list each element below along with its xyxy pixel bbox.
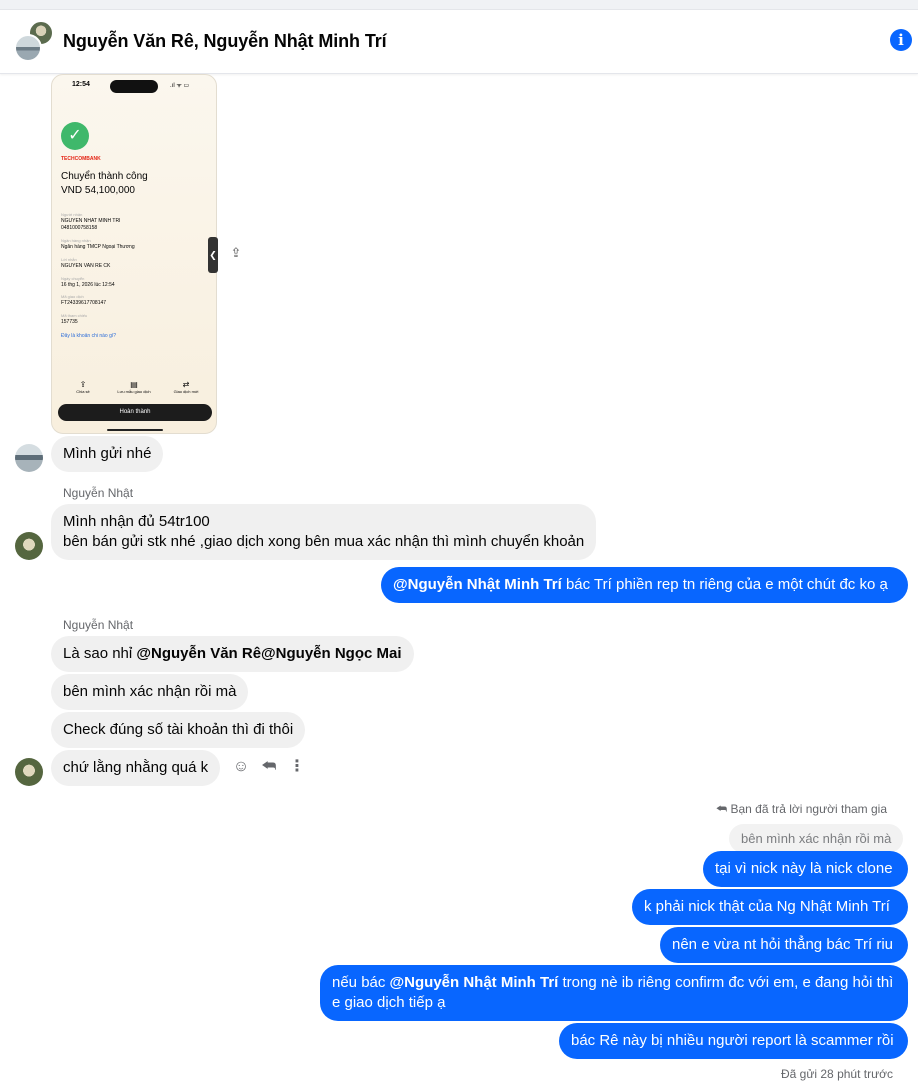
bank-logo: TECHCOMBANK: [61, 156, 101, 162]
message-text: bác Trí phiền rep tn riêng của e một chú…: [561, 576, 888, 593]
message-bubble[interactable]: k phải nick thật của Ng Nhật Minh Trí: [632, 889, 908, 925]
sender-name: Nguyễn Nhật: [63, 618, 134, 632]
chat-title[interactable]: Nguyễn Văn Rê, Nguyễn Nhật Minh Trí: [63, 31, 387, 52]
field-bank: Ngân hàng nhận Ngân hàng TMCP Ngoại Thươ…: [61, 238, 135, 250]
reply-note-text: Bạn đã trả lời người tham gia: [730, 802, 888, 816]
message-text: Là sao nhỉ: [63, 645, 137, 662]
more-icon[interactable]: ⋮: [287, 757, 307, 777]
chat-header: Nguyễn Văn Rê, Nguyễn Nhật Minh Trí i: [0, 10, 918, 74]
quoted-message[interactable]: bên mình xác nhận rồi mà: [729, 824, 904, 853]
reply-arrow-icon: ⮪: [716, 802, 731, 816]
field-recipient: Người nhận NGUYEN NHAT MINH TRI 04810007…: [61, 212, 121, 231]
done-button: Hoàn thành: [58, 404, 212, 421]
home-indicator: [107, 429, 163, 431]
mention[interactable]: @Nguyễn Nhật Minh Trí: [393, 576, 562, 593]
emoji-icon[interactable]: ☺: [231, 757, 251, 777]
message-line: bên bán gửi stk nhé ,giao dịch xong bên …: [63, 533, 585, 550]
avatar[interactable]: [15, 532, 43, 560]
image-attachment[interactable]: 12:54 .ıl ᯤ ▭ ✓ TECHCOMBANK Chuyển thành…: [51, 74, 217, 434]
info-icon[interactable]: i: [890, 29, 912, 51]
sent-status: Đã gửi 28 phút trước: [781, 1067, 893, 1081]
avatar[interactable]: [15, 444, 43, 472]
group-avatar[interactable]: [14, 20, 56, 62]
check-icon: ✓: [61, 122, 89, 150]
message-bubble[interactable]: tại vì nick này là nick clone: [703, 851, 908, 887]
phone-link: Đây là khoản chi nào gì?: [61, 333, 117, 339]
share-icon[interactable]: ⇪: [228, 245, 244, 263]
mention[interactable]: @Nguyễn Nhật Minh Trí: [390, 974, 559, 991]
reply-note: ⮪ Bạn đã trả lời người tham gia: [716, 802, 887, 817]
chevron-left-icon[interactable]: ❮: [208, 237, 218, 273]
mention[interactable]: @Nguyễn Ngọc Mai: [261, 645, 401, 662]
message-bubble[interactable]: chứ lằng nhằng quá k: [51, 750, 221, 786]
transfer-amount: VND 54,100,000: [61, 185, 135, 196]
status-time: 12:54: [72, 81, 90, 88]
save-template-action: ▤ Lưu mẫu giao dịch: [117, 380, 151, 394]
new-transaction-action: ⇄ Giao dịch mới: [173, 380, 199, 394]
field-transaction-id: Mã giao dịch FT24339617708147: [61, 294, 107, 306]
message-bubble[interactable]: nếu bác @Nguyễn Nhật Minh Trí trong nè i…: [320, 965, 908, 1021]
field-date: Ngày chuyển 16 thg 1, 2026 lúc 12:54: [61, 276, 115, 288]
top-strip: [0, 0, 918, 10]
message-line: nếu bác @Nguyễn Nhật Minh Trí trong nè i…: [332, 974, 894, 991]
field-reference: Mã tham chiếu 157735: [61, 313, 88, 325]
mention[interactable]: @Nguyễn Văn Rê: [136, 645, 261, 662]
dynamic-island: [110, 80, 158, 93]
message-bubble[interactable]: Check đúng số tài khoản thì đi thôi: [51, 712, 306, 748]
message-bubble[interactable]: Mình nhận đủ 54tr100 bên bán gửi stk nhé…: [51, 504, 597, 560]
avatar: [14, 34, 42, 62]
message-bubble[interactable]: Mình gửi nhé: [51, 436, 164, 472]
share-action: ⇪ Chia sẻ: [76, 380, 90, 394]
reply-icon[interactable]: ⮪: [259, 757, 279, 777]
message-line: e giao dịch tiếp ạ: [332, 994, 446, 1011]
message-bubble[interactable]: nên e vừa nt hỏi thẳng bác Trí riu: [660, 927, 908, 963]
message-line: Mình nhận đủ 54tr100: [63, 513, 210, 530]
avatar[interactable]: [15, 758, 43, 786]
message-bubble[interactable]: bác Rê này bị nhiều người report là scam…: [559, 1023, 908, 1059]
status-icons: .ıl ᯤ ▭: [170, 83, 190, 89]
message-bubble[interactable]: Là sao nhỉ @Nguyễn Văn Rê@Nguyễn Ngọc Ma…: [51, 636, 414, 672]
sender-name: Nguyễn Nhật: [63, 486, 134, 500]
transfer-heading: Chuyển thành công: [61, 171, 148, 182]
message-bubble[interactable]: @Nguyễn Nhật Minh Trí bác Trí phiền rep …: [381, 567, 908, 603]
message-bubble[interactable]: bên mình xác nhận rồi mà: [51, 674, 249, 710]
field-message: Lời nhắn NGUYEN VAN RE CK: [61, 257, 111, 269]
